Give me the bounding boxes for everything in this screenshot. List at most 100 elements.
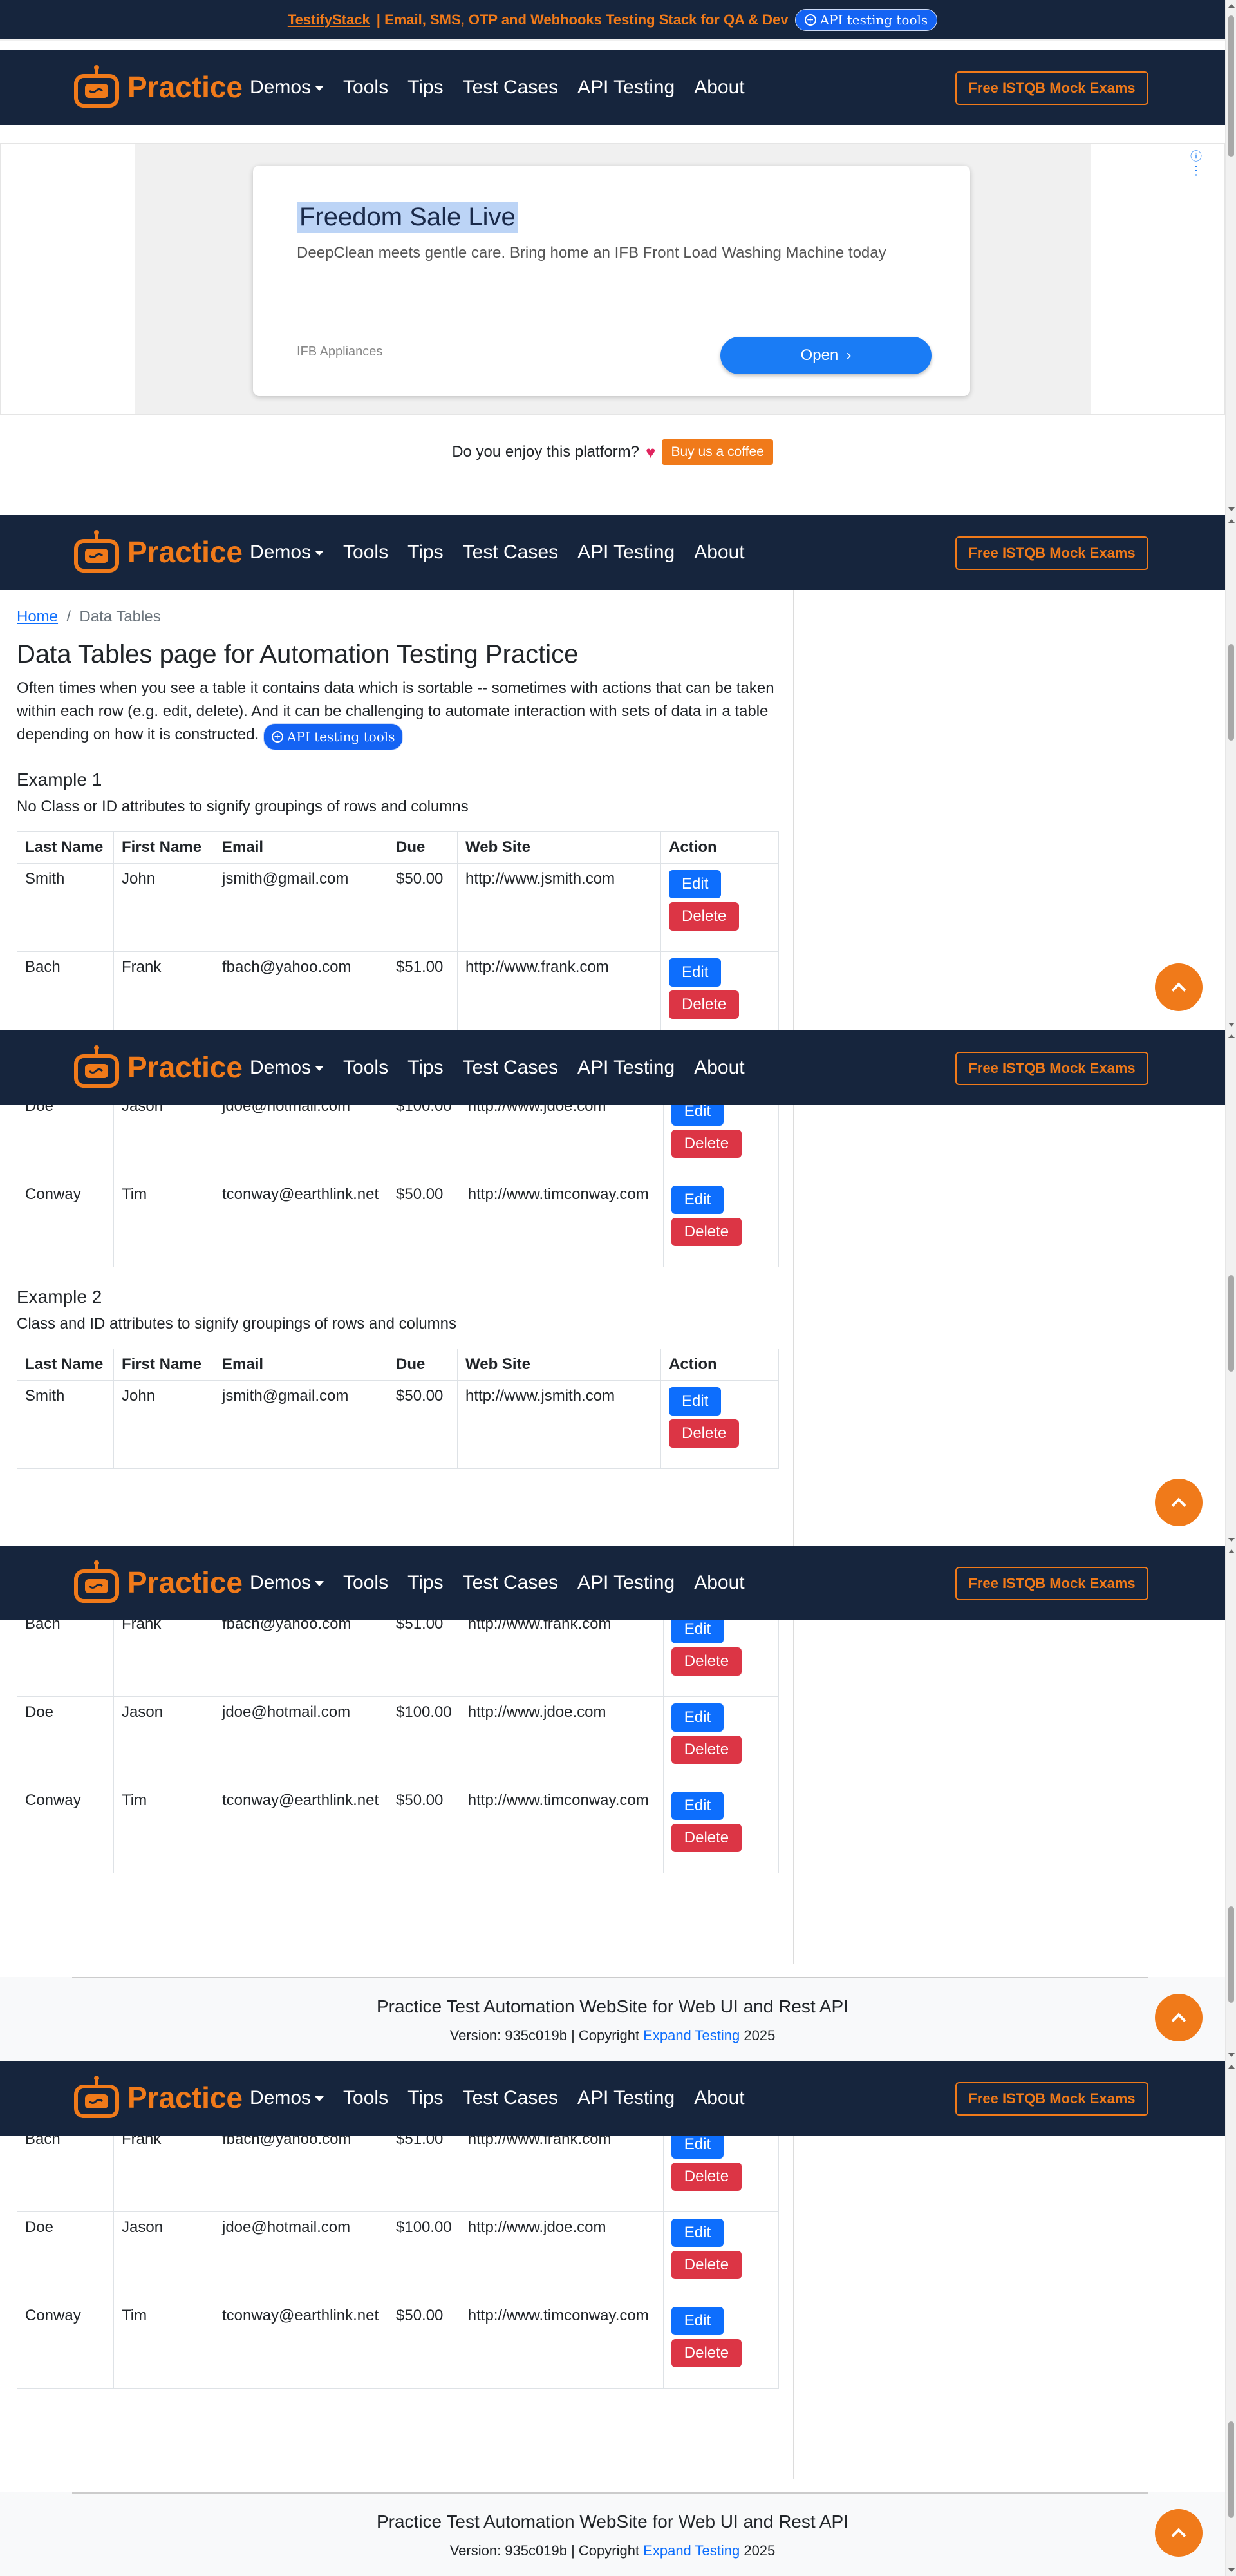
delete-button[interactable]: Delete [671,1824,742,1852]
col-last-name[interactable]: Last Name [17,831,114,864]
istqb-exams-button[interactable]: Free ISTQB Mock Exams [955,1052,1148,1085]
scrollbar[interactable] [1225,1030,1236,1546]
brand-name[interactable]: Practice [127,535,243,569]
nav-tools[interactable]: Tools [343,2087,388,2109]
delete-button[interactable]: Delete [671,2339,742,2367]
istqb-exams-button[interactable]: Free ISTQB Mock Exams [955,71,1148,105]
nav-test-cases[interactable]: Test Cases [463,2087,558,2109]
nav-demos[interactable]: Demos [250,1057,324,1079]
edit-button[interactable]: Edit [671,1792,724,1820]
nav-about[interactable]: About [694,1057,744,1079]
nav-about[interactable]: About [694,2087,744,2109]
edit-button[interactable]: Edit [671,2219,724,2247]
col-due[interactable]: Due [388,1349,458,1381]
delete-button[interactable]: Delete [671,2251,742,2279]
scroll-down-icon[interactable] [1228,2568,1235,2572]
nav-about[interactable]: About [694,542,744,564]
nav-about[interactable]: About [694,77,744,99]
scrollbar[interactable] [1225,1546,1236,2061]
testifystack-link[interactable]: TestifyStack [288,12,370,28]
scrollbar[interactable] [1225,0,1236,515]
scroll-to-top-button[interactable] [1155,963,1203,1011]
istqb-exams-button[interactable]: Free ISTQB Mock Exams [955,2082,1148,2116]
nav-tools[interactable]: Tools [343,77,388,99]
scroll-to-top-button[interactable] [1155,2509,1203,2557]
istqb-exams-button[interactable]: Free ISTQB Mock Exams [955,1567,1148,1600]
ad-card[interactable]: Freedom Sale Live DeepClean meets gentle… [253,166,970,396]
api-tools-pill[interactable]: + API testing tools [263,723,404,750]
scroll-thumb[interactable] [1228,15,1234,157]
nav-demos[interactable]: Demos [250,77,324,99]
scrollbar[interactable] [1225,2061,1236,2576]
scroll-down-icon[interactable] [1228,1538,1235,1542]
scroll-to-top-button[interactable] [1155,1479,1203,1526]
expand-testing-link[interactable]: Expand Testing [643,2027,740,2043]
delete-button[interactable]: Delete [671,1647,742,1676]
col-email[interactable]: Email [214,1349,388,1381]
nav-demos[interactable]: Demos [250,1572,324,1594]
nav-api-testing[interactable]: API Testing [577,542,675,564]
brand-name[interactable]: Practice [127,1050,243,1084]
scroll-down-icon[interactable] [1228,2053,1235,2057]
scroll-thumb[interactable] [1228,1275,1234,1372]
edit-button[interactable]: Edit [671,1703,724,1732]
nav-tips[interactable]: Tips [407,1572,444,1594]
brand-name[interactable]: Practice [127,2080,243,2115]
col-website[interactable]: Web Site [457,831,661,864]
nav-test-cases[interactable]: Test Cases [463,1057,558,1079]
nav-api-testing[interactable]: API Testing [577,2087,675,2109]
buy-coffee-button[interactable]: Buy us a coffee [662,439,773,465]
nav-api-testing[interactable]: API Testing [577,1572,675,1594]
nav-tips[interactable]: Tips [407,77,444,99]
delete-button[interactable]: Delete [671,1130,742,1158]
col-last-name[interactable]: Last Name [17,1349,114,1381]
col-due[interactable]: Due [388,831,458,864]
scroll-thumb[interactable] [1228,1906,1234,2003]
nav-demos[interactable]: Demos [250,542,324,564]
api-tools-pill[interactable]: + API testing tools [794,8,938,31]
expand-testing-link[interactable]: Expand Testing [643,2543,740,2559]
col-first-name[interactable]: First Name [113,831,214,864]
nav-demos[interactable]: Demos [250,2087,324,2109]
delete-button[interactable]: Delete [671,2163,742,2191]
nav-api-testing[interactable]: API Testing [577,1057,675,1079]
scrollbar[interactable] [1225,515,1236,1030]
scroll-down-icon[interactable] [1228,1023,1235,1027]
delete-button[interactable]: Delete [669,1419,740,1448]
ad-info-icon[interactable]: ⓘ ⋮ [1190,147,1202,178]
ad-open-button[interactable]: Open › [720,337,932,374]
col-first-name[interactable]: First Name [113,1349,214,1381]
scroll-up-icon[interactable] [1228,1034,1235,1038]
nav-test-cases[interactable]: Test Cases [463,1572,558,1594]
nav-tips[interactable]: Tips [407,1057,444,1079]
delete-button[interactable]: Delete [669,902,740,931]
breadcrumb-home[interactable]: Home [17,608,58,625]
delete-button[interactable]: Delete [671,1736,742,1764]
nav-tips[interactable]: Tips [407,542,444,564]
scroll-up-icon[interactable] [1228,1549,1235,1553]
nav-tools[interactable]: Tools [343,1057,388,1079]
col-website[interactable]: Web Site [457,1349,661,1381]
scroll-up-icon[interactable] [1228,2065,1235,2069]
nav-api-testing[interactable]: API Testing [577,77,675,99]
col-email[interactable]: Email [214,831,388,864]
scroll-to-top-button[interactable] [1155,1994,1203,2041]
delete-button[interactable]: Delete [671,1218,742,1246]
ad-title[interactable]: Freedom Sale Live [297,202,518,233]
edit-button[interactable]: Edit [671,1186,724,1214]
scroll-thumb[interactable] [1228,644,1234,741]
nav-tips[interactable]: Tips [407,2087,444,2109]
nav-tools[interactable]: Tools [343,542,388,564]
nav-test-cases[interactable]: Test Cases [463,542,558,564]
edit-button[interactable]: Edit [669,1387,722,1416]
scroll-up-icon[interactable] [1228,519,1235,523]
scroll-up-icon[interactable] [1228,4,1235,8]
edit-button[interactable]: Edit [669,958,722,987]
istqb-exams-button[interactable]: Free ISTQB Mock Exams [955,536,1148,570]
delete-button[interactable]: Delete [669,990,740,1019]
nav-test-cases[interactable]: Test Cases [463,77,558,99]
scroll-down-icon[interactable] [1228,507,1235,511]
nav-tools[interactable]: Tools [343,1572,388,1594]
scroll-thumb[interactable] [1228,2421,1234,2518]
edit-button[interactable]: Edit [669,870,722,898]
